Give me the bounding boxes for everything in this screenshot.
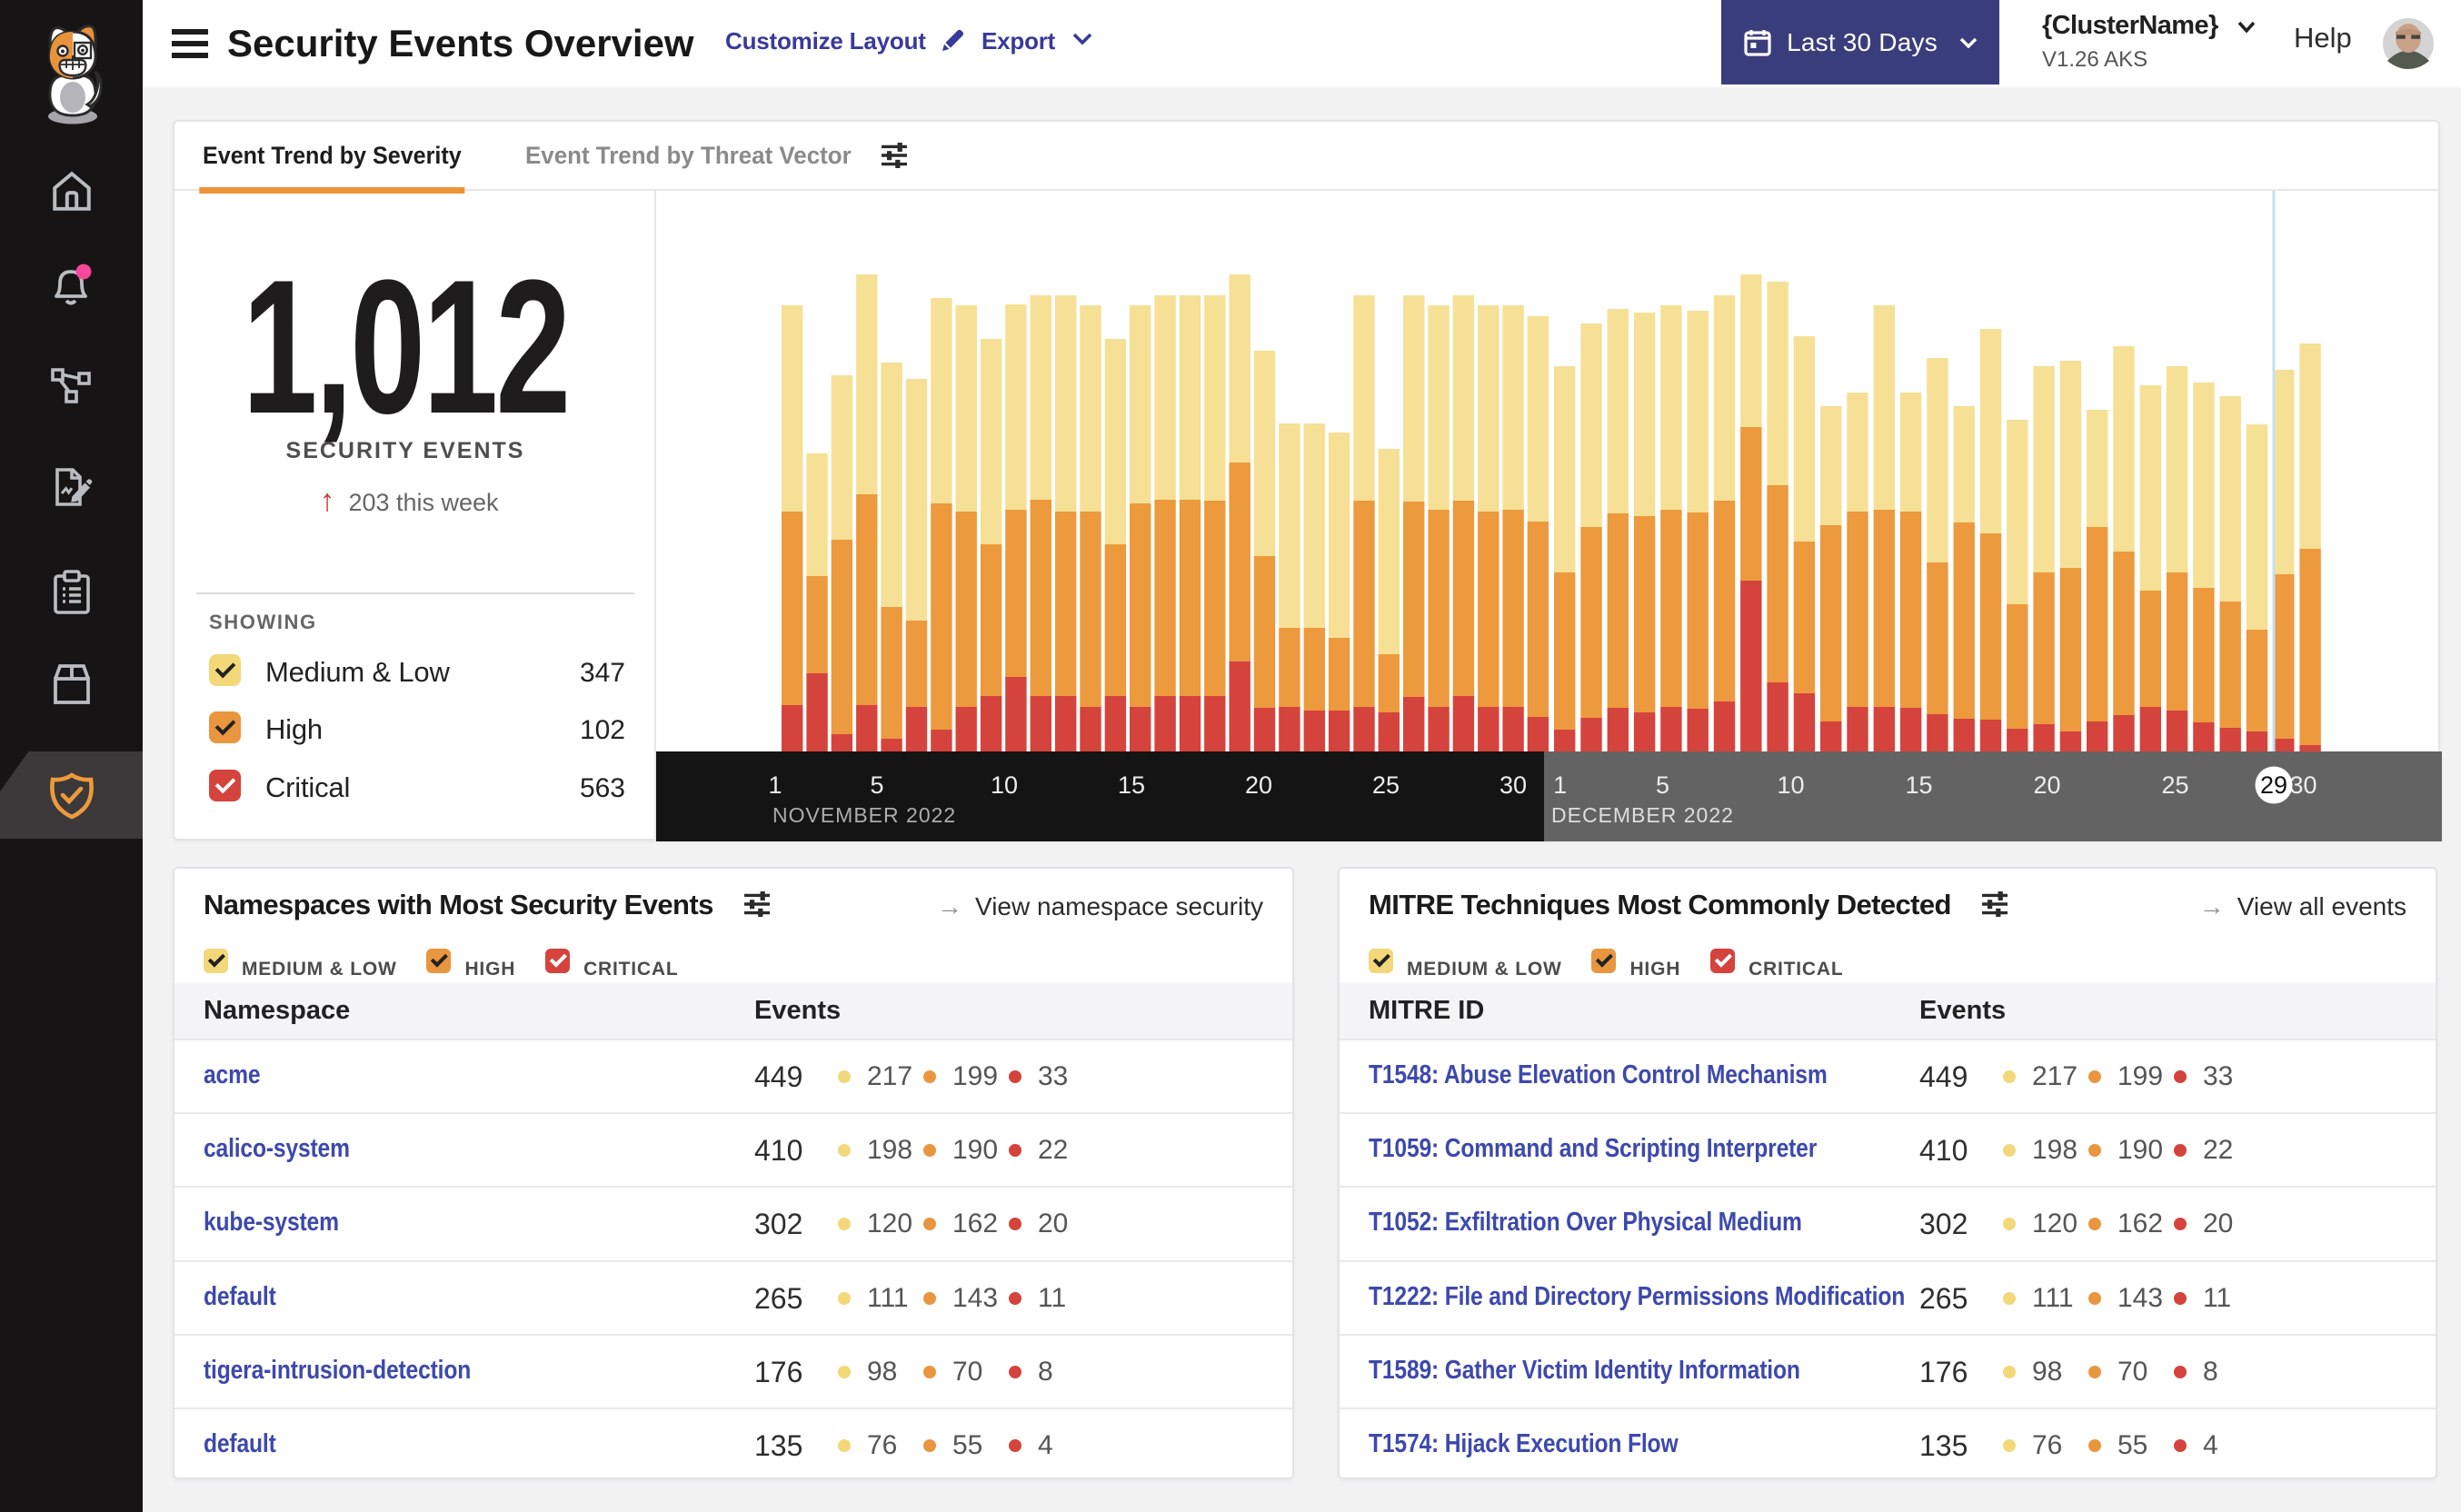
svg-text:10: 10 bbox=[991, 771, 1018, 799]
svg-text:30: 30 bbox=[2289, 771, 2317, 799]
svg-text:1: 1 bbox=[1553, 771, 1567, 799]
svg-text:20: 20 bbox=[1245, 771, 1272, 799]
svg-text:5: 5 bbox=[1656, 771, 1669, 799]
svg-text:15: 15 bbox=[1905, 771, 1932, 799]
svg-text:15: 15 bbox=[1118, 771, 1145, 799]
svg-text:5: 5 bbox=[870, 771, 883, 799]
svg-text:29: 29 bbox=[2260, 771, 2287, 799]
svg-text:20: 20 bbox=[2033, 771, 2060, 799]
svg-text:NOVEMBER 2022: NOVEMBER 2022 bbox=[772, 803, 956, 827]
svg-text:25: 25 bbox=[2161, 771, 2188, 799]
svg-text:10: 10 bbox=[1777, 771, 1804, 799]
svg-text:DECEMBER 2022: DECEMBER 2022 bbox=[1551, 803, 1734, 827]
svg-text:30: 30 bbox=[1500, 771, 1527, 799]
svg-text:25: 25 bbox=[1372, 771, 1400, 799]
svg-text:1: 1 bbox=[768, 771, 782, 799]
